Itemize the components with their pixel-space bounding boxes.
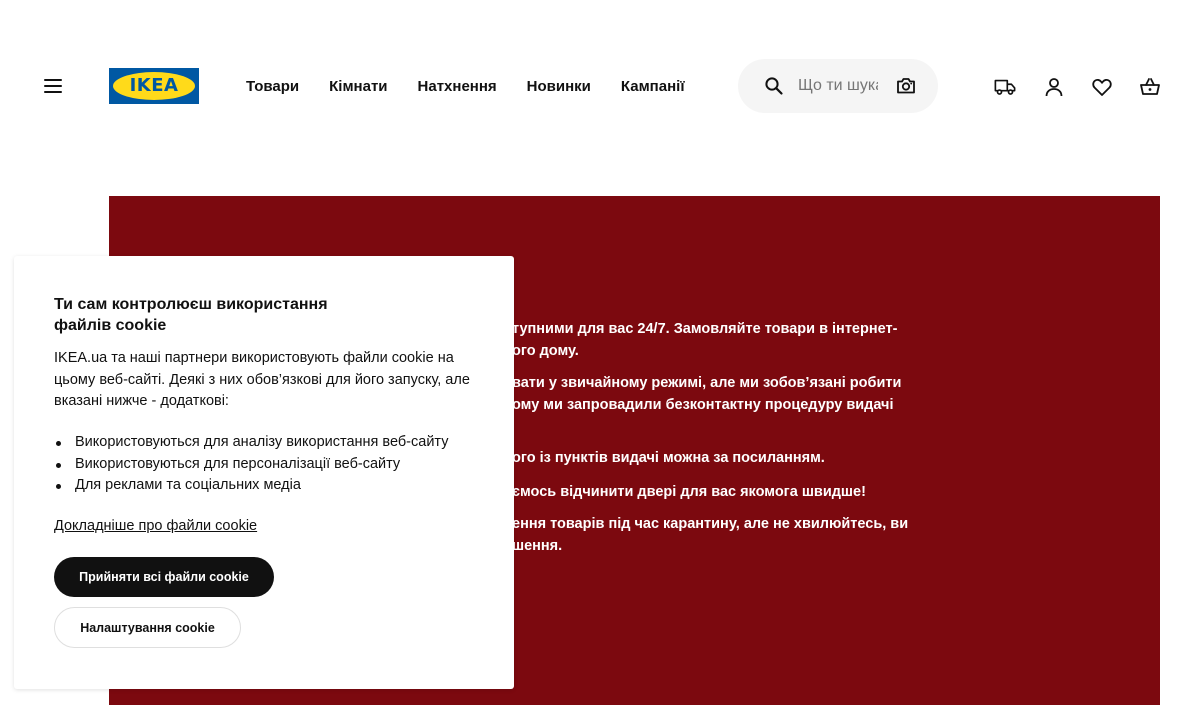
cookie-info-link[interactable]: Докладніше про файли cookie: [54, 516, 257, 537]
search-icon[interactable]: [764, 76, 784, 96]
site-header: IKEA Товари Кімнати Натхнення Новинки Ка…: [0, 0, 1200, 175]
truck-icon[interactable]: [994, 76, 1016, 98]
hero-line: тупними для вас 24/7. Замовляйте товари …: [512, 321, 898, 337]
user-icon[interactable]: [1043, 76, 1065, 98]
camera-icon[interactable]: [896, 76, 916, 96]
cookie-title: Ти сам контролюєш використання файлів co…: [54, 296, 328, 334]
cookie-settings-button[interactable]: Налаштування cookie: [54, 607, 241, 648]
search-input[interactable]: [798, 73, 878, 99]
nav-item-rooms[interactable]: Кімнати: [329, 77, 387, 97]
nav-item-campaigns[interactable]: Кампанії: [621, 77, 685, 97]
search-bar[interactable]: [738, 59, 938, 113]
hero-line: ення товарів під час карантину, але не х…: [512, 516, 909, 532]
cookie-intro: IKEA.ua та наші партнери використовують …: [54, 350, 470, 409]
main-nav: Товари Кімнати Натхнення Новинки Кампані…: [246, 77, 715, 97]
cookie-dialog: Ти сам контролюєш використання файлів co…: [14, 256, 514, 689]
menu-icon[interactable]: [44, 76, 64, 96]
logo-text: IKEA: [129, 75, 179, 96]
nav-item-inspiration[interactable]: Натхнення: [418, 77, 497, 97]
nav-item-new[interactable]: Новинки: [527, 77, 591, 97]
list-item: Використовуються для аналізу використанн…: [54, 432, 448, 454]
hero-line: шення.: [512, 538, 563, 554]
hero-line: ємось відчинити двері для вас якомога шв…: [512, 484, 866, 500]
nav-item-products[interactable]: Товари: [246, 77, 299, 97]
hero-line: ому ми запровадили безконтактну процедур…: [512, 397, 894, 413]
hero-line: ого із пунктів видачі можна за посилання…: [512, 450, 825, 466]
hero-line: ого дому.: [512, 343, 579, 359]
accept-all-cookies-button[interactable]: Прийняти всі файли cookie: [54, 557, 274, 597]
list-item: Для реклами та соціальних медіа: [54, 475, 448, 497]
ikea-logo[interactable]: IKEA: [109, 68, 199, 104]
cookie-purpose-list: Використовуються для аналізу використанн…: [54, 432, 448, 497]
hero-line: вати у звичайному режимі, але ми зобов’я…: [512, 375, 902, 391]
list-item: Використовуються для персоналізації веб-…: [54, 454, 448, 476]
heart-icon[interactable]: [1091, 76, 1113, 98]
cart-icon[interactable]: [1139, 76, 1161, 98]
